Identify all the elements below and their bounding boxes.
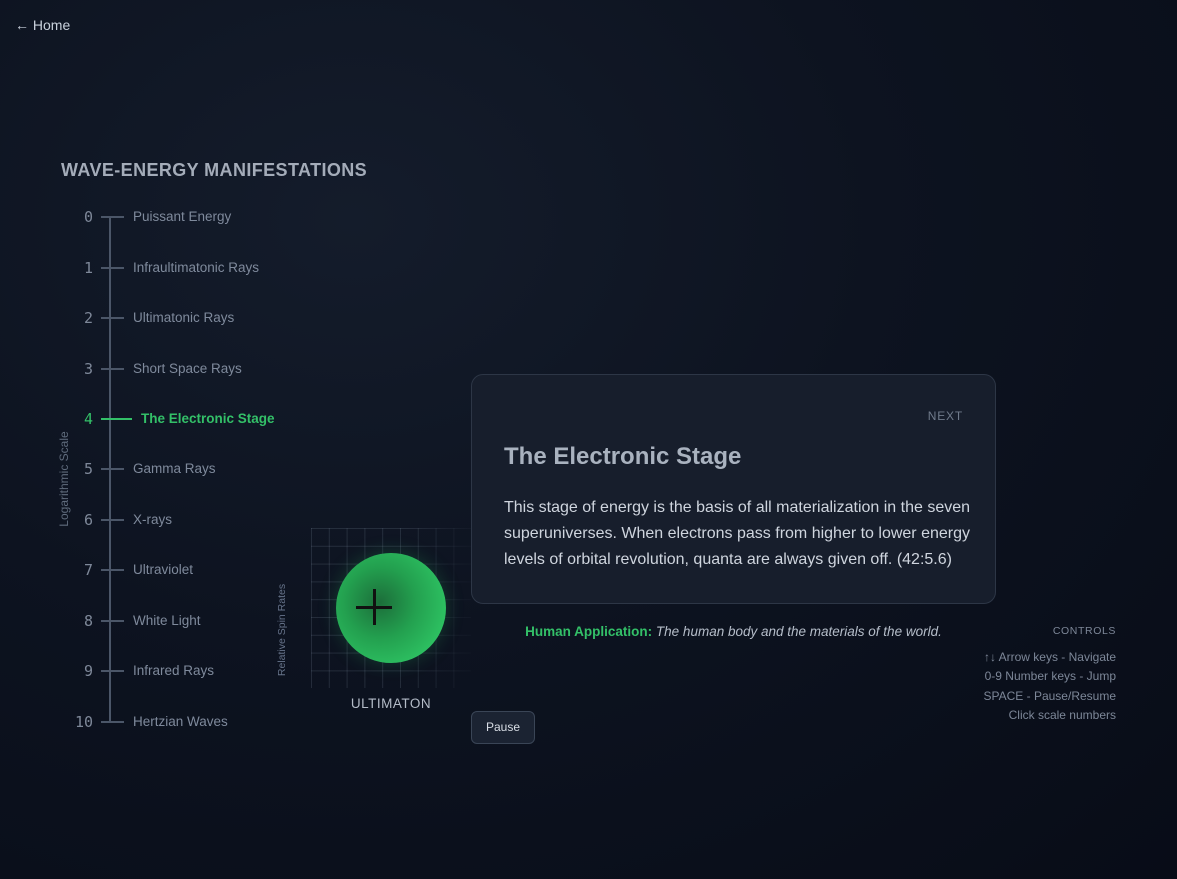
scale-number[interactable]: 4 [62, 409, 93, 429]
scale-number[interactable]: 9 [62, 661, 93, 681]
scale-tick [101, 721, 124, 723]
energy-visualization [311, 528, 471, 688]
controls-panel: CONTROLS ↑↓ Arrow keys - Navigate 0-9 Nu… [984, 622, 1117, 726]
scale-number[interactable]: 10 [62, 712, 93, 732]
scale-tick [101, 468, 124, 470]
controls-line: SPACE - Pause/Resume [983, 688, 1117, 703]
controls-line: Click scale numbers [1008, 708, 1116, 722]
scale-label: Puissant Energy [133, 209, 232, 224]
scale-label: Infraultimatonic Rays [133, 260, 260, 275]
scale-tick [101, 317, 124, 319]
human-application-label: Human Application: [525, 624, 653, 639]
info-card: NEXT The Electronic Stage This stage of … [471, 374, 996, 604]
scale-tick [101, 418, 132, 420]
scale-label: Hertzian Waves [133, 714, 228, 729]
controls-line: ↑↓ Arrow keys - Navigate [983, 649, 1116, 664]
scale-label: Short Space Rays [133, 361, 242, 376]
next-button[interactable]: NEXT [928, 409, 963, 423]
scale-label: Ultimatonic Rays [133, 310, 235, 325]
controls-line: 0-9 Number keys - Jump [984, 669, 1116, 683]
human-application: Human Application: The human body and th… [471, 624, 996, 639]
scale-number[interactable]: 8 [62, 611, 93, 631]
section-title: WAVE-ENERGY MANIFESTATIONS [61, 160, 368, 180]
scale-label: White Light [133, 613, 201, 628]
scale-label: The Electronic Stage [141, 411, 275, 426]
scale-number[interactable]: 3 [62, 359, 93, 379]
scale-label: Infrared Rays [133, 663, 215, 678]
card-title: The Electronic Stage [504, 443, 742, 470]
human-application-text: The human body and the materials of the … [655, 624, 942, 639]
card-description: This stage of energy is the basis of all… [504, 499, 971, 568]
home-link[interactable]: ← Home [15, 17, 70, 33]
scale-number[interactable]: 1 [62, 258, 93, 278]
scale-label: X-rays [133, 512, 173, 527]
scale-tick [101, 569, 124, 571]
crosshair-icon-vertical [373, 589, 376, 625]
scale-number[interactable]: 5 [62, 459, 93, 479]
viz-y-axis-label: Relative Spin Rates [276, 583, 288, 677]
scale-number[interactable]: 0 [62, 207, 93, 227]
scale-tick [101, 620, 124, 622]
controls-title: CONTROLS [1052, 625, 1116, 637]
scale-label: Gamma Rays [133, 461, 216, 476]
scale-tick [101, 368, 124, 370]
scale-tick [101, 519, 124, 521]
scale-tick [101, 267, 124, 269]
pause-button[interactable]: Pause [471, 711, 535, 744]
viz-particle-name: ULTIMATON [350, 696, 432, 711]
scale-label: Ultraviolet [133, 562, 194, 577]
scale-tick [101, 216, 124, 218]
scale-number[interactable]: 6 [62, 510, 93, 530]
scale-tick [101, 670, 124, 672]
scale-number[interactable]: 7 [62, 560, 93, 580]
scale-number[interactable]: 2 [62, 308, 93, 328]
